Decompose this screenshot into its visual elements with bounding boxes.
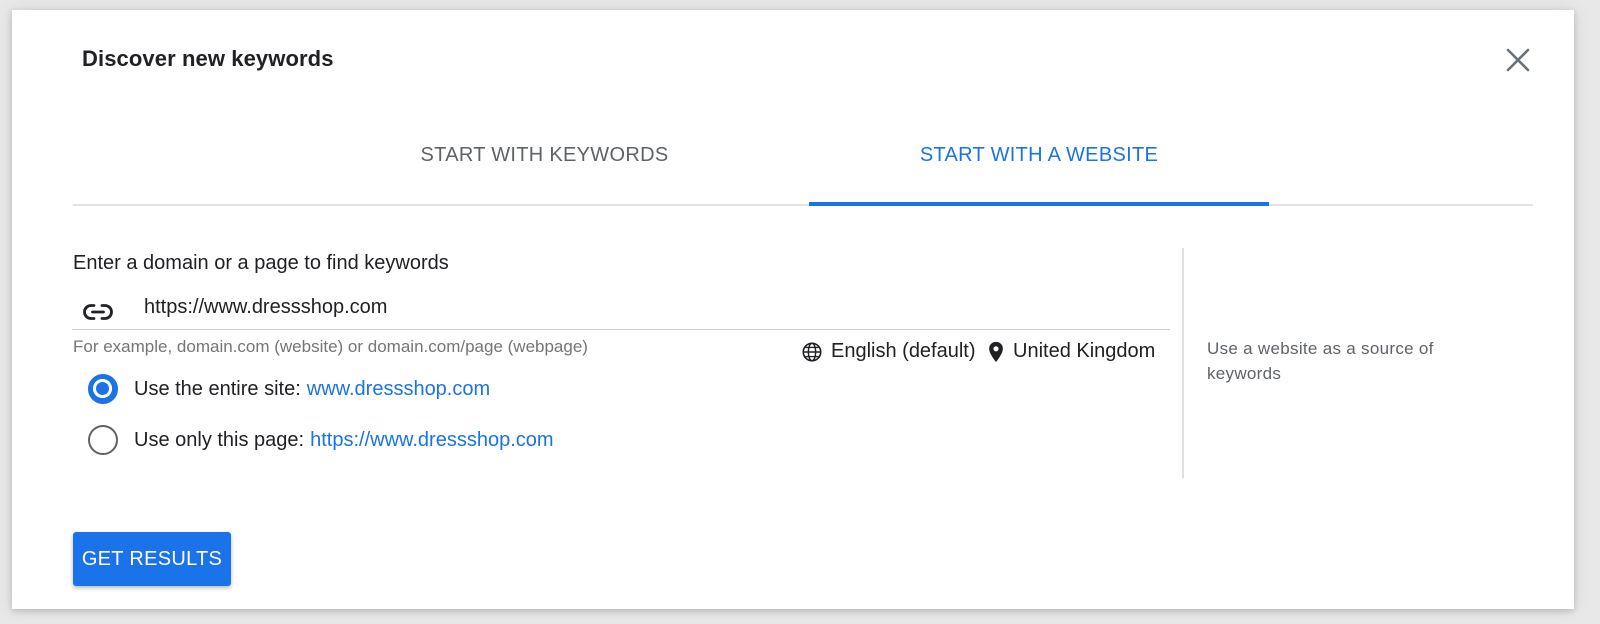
tab-bar: START WITH KEYWORDS START WITH A WEBSITE <box>73 138 1533 206</box>
dialog-title: Discover new keywords <box>82 46 334 71</box>
language-label: English (default) <box>831 340 976 362</box>
location-selector[interactable]: United Kingdom <box>987 340 1155 363</box>
globe-icon <box>801 341 831 363</box>
location-label: United Kingdom <box>1013 340 1156 362</box>
domain-hint-text: For example, domain.com (website) or dom… <box>73 337 588 356</box>
option-entire-site-label: Use the entire site: <box>134 377 301 400</box>
tab-start-with-website[interactable]: START WITH A WEBSITE <box>809 138 1269 206</box>
website-url-input[interactable] <box>72 286 1170 330</box>
option-entire-site[interactable]: Use the entire site: www.dressshop.com <box>88 372 490 406</box>
discover-keywords-dialog: Discover new keywords START WITH KEYWORD… <box>12 10 1574 609</box>
option-only-this-page[interactable]: Use only this page: https://www.dresssho… <box>88 423 554 457</box>
tab-start-with-keywords[interactable]: START WITH KEYWORDS <box>388 138 701 202</box>
link-icon <box>82 296 114 328</box>
option-entire-site-url[interactable]: www.dressshop.com <box>307 378 490 401</box>
option-only-this-page-url[interactable]: https://www.dressshop.com <box>310 429 553 452</box>
radio-entire-site[interactable] <box>88 374 118 404</box>
domain-field-label: Enter a domain or a page to find keyword… <box>73 252 449 274</box>
option-only-this-page-label: Use only this page: <box>134 428 305 451</box>
location-pin-icon <box>987 341 1013 363</box>
close-icon[interactable] <box>1502 44 1534 76</box>
vertical-divider <box>1182 248 1184 478</box>
side-panel-description: Use a website as a source of keywords <box>1207 339 1434 383</box>
language-selector[interactable]: English (default) <box>801 340 976 363</box>
get-results-button[interactable]: GET RESULTS <box>73 532 231 586</box>
radio-only-this-page[interactable] <box>88 425 118 455</box>
